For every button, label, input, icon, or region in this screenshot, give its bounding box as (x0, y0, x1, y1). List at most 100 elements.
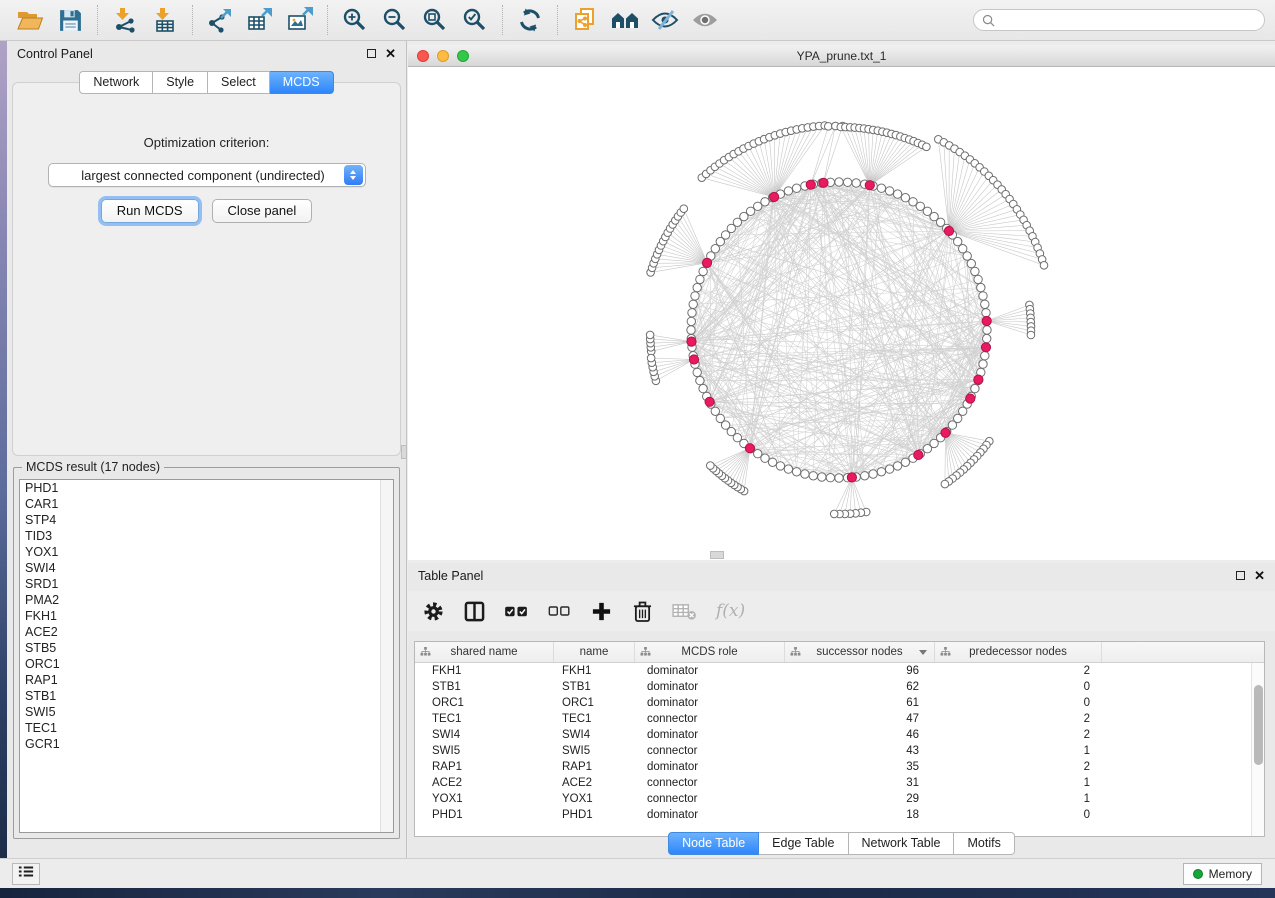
vertical-splitter-handle[interactable] (401, 445, 407, 459)
table-row[interactable]: RAP1RAP1dominator352 (415, 759, 1264, 775)
table-cell: 0 (935, 679, 1102, 695)
table-row[interactable]: FKH1FKH1dominator962 (415, 663, 1264, 679)
mcds-result-item[interactable]: TEC1 (20, 720, 393, 736)
tab-network[interactable]: Network (79, 71, 153, 94)
clone-network-button[interactable] (565, 3, 605, 37)
memory-button[interactable]: Memory (1183, 863, 1262, 885)
table-scrollbar[interactable] (1251, 663, 1264, 836)
table-row[interactable]: ORC1ORC1dominator610 (415, 695, 1264, 711)
minimize-window-icon[interactable] (437, 50, 449, 62)
mcds-result-list[interactable]: PHD1CAR1STP4TID3YOX1SWI4SRD1PMA2FKH1ACE2… (19, 479, 394, 833)
mcds-result-item[interactable]: YOX1 (20, 544, 393, 560)
table-cell: 47 (785, 711, 935, 727)
column-header-mcds-role[interactable]: MCDS role (635, 642, 785, 662)
open-button[interactable] (10, 3, 50, 37)
column-header-successor-nodes[interactable]: successor nodes (785, 642, 935, 662)
columns-button[interactable] (463, 598, 485, 624)
import-table-button[interactable] (145, 3, 185, 37)
select-all-button[interactable] (504, 598, 529, 624)
tab-network-table[interactable]: Network Table (849, 832, 955, 855)
table-row[interactable]: YOX1YOX1connector291 (415, 791, 1264, 807)
select-all-icon (504, 603, 529, 620)
network-graph[interactable] (408, 67, 1275, 560)
search-icon (982, 14, 995, 27)
criterion-dropdown[interactable]: largest connected component (undirected) (48, 163, 366, 187)
table-scrollbar-thumb[interactable] (1254, 685, 1263, 765)
result-list-scrollbar[interactable] (380, 480, 393, 832)
close-panel-button[interactable]: Close panel (212, 199, 313, 223)
table-cell (1102, 679, 1264, 695)
mcds-result-item[interactable]: STB1 (20, 688, 393, 704)
tab-style[interactable]: Style (153, 71, 208, 94)
mcds-result-title: MCDS result (17 nodes) (22, 460, 164, 474)
float-table-panel-icon[interactable] (1236, 571, 1245, 580)
table-cell: PHD1 (554, 807, 635, 823)
column-header-predecessor-nodes[interactable]: predecessor nodes (935, 642, 1102, 662)
deselect-all-button[interactable] (548, 598, 571, 624)
network-titlebar[interactable]: YPA_prune.txt_1 (408, 45, 1275, 67)
zoom-out-button[interactable] (375, 3, 415, 37)
mcds-result-item[interactable]: PHD1 (20, 480, 393, 496)
run-mcds-button[interactable]: Run MCDS (101, 199, 199, 223)
table-cell: 46 (785, 727, 935, 743)
network-canvas[interactable] (408, 67, 1275, 560)
table-row[interactable]: SWI4SWI4dominator462 (415, 727, 1264, 743)
table-cell: dominator (635, 679, 785, 695)
export-table-button[interactable] (240, 3, 280, 37)
tab-select[interactable]: Select (208, 71, 270, 94)
table-cell: 0 (935, 807, 1102, 823)
zoom-fit-button[interactable] (415, 3, 455, 37)
zoom-in-button[interactable] (335, 3, 375, 37)
add-button[interactable] (590, 598, 612, 624)
column-header-name[interactable]: name (554, 642, 635, 662)
mcds-result-item[interactable]: RAP1 (20, 672, 393, 688)
mcds-result-item[interactable]: CAR1 (20, 496, 393, 512)
table-row[interactable]: TEC1TEC1connector472 (415, 711, 1264, 727)
hide-selected-button[interactable] (645, 3, 685, 37)
mcds-result-item[interactable]: PMA2 (20, 592, 393, 608)
network-window: YPA_prune.txt_1 (408, 45, 1275, 560)
zoom-window-icon[interactable] (457, 50, 469, 62)
mcds-result-item[interactable]: ACE2 (20, 624, 393, 640)
show-all-button[interactable] (685, 3, 725, 37)
table-row[interactable]: STB1STB1dominator620 (415, 679, 1264, 695)
mcds-result-item[interactable]: SWI4 (20, 560, 393, 576)
mcds-result-item[interactable]: ORC1 (20, 656, 393, 672)
import-network-button[interactable] (105, 3, 145, 37)
table-cell: TEC1 (554, 711, 635, 727)
tab-mcds[interactable]: MCDS (270, 71, 334, 94)
mcds-result-item[interactable]: SRD1 (20, 576, 393, 592)
table-row[interactable]: PHD1PHD1dominator180 (415, 807, 1264, 823)
tab-node-table[interactable]: Node Table (668, 832, 759, 855)
horizontal-splitter-handle[interactable] (710, 551, 724, 559)
mcds-result-item[interactable]: GCR1 (20, 736, 393, 752)
export-network-button[interactable] (200, 3, 240, 37)
tab-motifs[interactable]: Motifs (954, 832, 1014, 855)
close-panel-icon[interactable]: ✕ (385, 47, 396, 60)
table-cell: PHD1 (415, 807, 554, 823)
mcds-result-item[interactable]: FKH1 (20, 608, 393, 624)
mcds-result-item[interactable]: STB5 (20, 640, 393, 656)
gear-button[interactable] (422, 598, 444, 624)
column-header-shared-name[interactable]: shared name (415, 642, 554, 662)
save-button[interactable] (50, 3, 90, 37)
table-cell: 96 (785, 663, 935, 679)
close-window-icon[interactable] (417, 50, 429, 62)
close-table-panel-icon[interactable]: ✕ (1254, 569, 1265, 582)
search-input[interactable] (995, 12, 1256, 28)
zoom-selected-button[interactable] (455, 3, 495, 37)
tab-edge-table[interactable]: Edge Table (759, 832, 848, 855)
mcds-result-item[interactable]: SWI5 (20, 704, 393, 720)
mcds-result-item[interactable]: STP4 (20, 512, 393, 528)
delete-button[interactable] (631, 598, 653, 624)
mcds-result-item[interactable]: TID3 (20, 528, 393, 544)
status-menu-button[interactable] (12, 863, 40, 885)
first-neighbors-button[interactable] (605, 3, 645, 37)
search-box[interactable] (973, 9, 1265, 31)
table-row[interactable]: SWI5SWI5connector431 (415, 743, 1264, 759)
table-row[interactable]: ACE2ACE2connector311 (415, 775, 1264, 791)
fx-icon: f(x) (716, 601, 745, 621)
float-window-icon[interactable] (367, 49, 376, 58)
export-image-button[interactable] (280, 3, 320, 37)
refresh-button[interactable] (510, 3, 550, 37)
